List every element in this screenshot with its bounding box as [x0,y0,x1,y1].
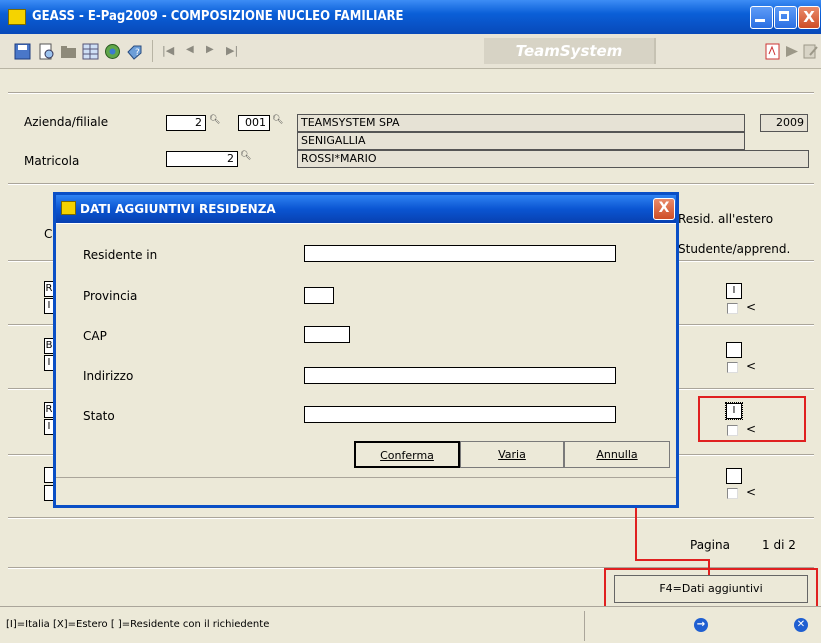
status-legend: [I]=Italia [X]=Estero [ ]=Residente con … [6,619,270,630]
dialog-close-button[interactable]: X [653,198,675,220]
dati-aggiuntivi-dialog: DATI AGGIUNTIVI RESIDENZA X Residente in… [53,192,679,508]
cap-input[interactable] [304,326,350,343]
cancel-circle-icon[interactable]: ✕ [794,618,808,632]
residente-in-label: Residente in [83,248,158,262]
conferma-button[interactable]: Conferma [354,441,460,468]
stato-label: Stato [83,409,115,423]
status-separator [584,611,585,641]
indirizzo-input[interactable] [304,367,616,384]
dialog-app-icon [61,201,76,215]
dialog-title-bar[interactable]: DATI AGGIUNTIVI RESIDENZA X [56,195,676,223]
next-circle-icon[interactable]: → [694,618,708,632]
provincia-label: Provincia [83,289,138,303]
dialog-divider [56,223,676,224]
stato-input[interactable] [304,406,616,423]
dialog-bottom-divider [56,477,676,478]
provincia-input[interactable] [304,287,334,304]
dialog-title: DATI AGGIUNTIVI RESIDENZA [80,202,276,216]
status-bar: [I]=Italia [X]=Estero [ ]=Residente con … [0,606,821,643]
annulla-button[interactable]: Annulla [564,441,670,468]
indirizzo-label: Indirizzo [83,369,134,383]
varia-button[interactable]: Varia [460,441,564,468]
residente-in-input[interactable] [304,245,616,262]
cap-label: CAP [83,329,107,343]
